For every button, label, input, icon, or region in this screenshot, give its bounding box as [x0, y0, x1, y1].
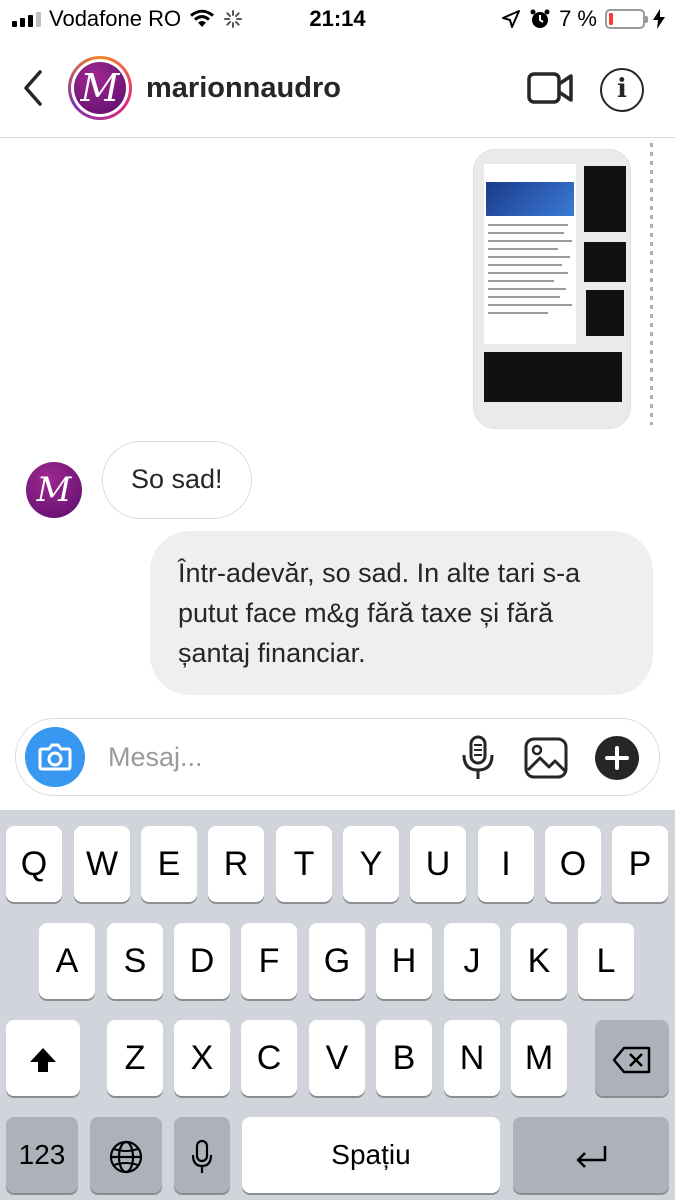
key-k[interactable]: K	[511, 923, 567, 999]
voice-message-button[interactable]	[460, 735, 496, 781]
status-right: 7 %	[501, 6, 665, 32]
shift-key[interactable]	[6, 1020, 80, 1096]
charging-bolt-icon	[653, 9, 665, 29]
globe-key[interactable]	[90, 1117, 162, 1193]
key-y[interactable]: Y	[343, 826, 399, 902]
sender-avatar-letter: M	[26, 462, 82, 518]
image-icon	[524, 737, 568, 779]
key-n[interactable]: N	[444, 1020, 500, 1096]
shared-screenshot-image[interactable]	[473, 149, 631, 429]
screenshot-preview	[484, 164, 576, 344]
received-message[interactable]: So sad!	[102, 441, 252, 519]
more-options-button[interactable]	[595, 736, 639, 780]
alarm-icon	[530, 9, 550, 28]
message-composer	[15, 718, 660, 796]
key-c[interactable]: C	[241, 1020, 297, 1096]
key-a[interactable]: A	[39, 923, 95, 999]
key-p[interactable]: P	[612, 826, 668, 902]
info-button[interactable]: i	[600, 68, 644, 112]
key-s[interactable]: S	[107, 923, 163, 999]
status-bar: Vodafone RO 21:14 7 %	[0, 0, 675, 40]
shift-arrow-icon	[30, 1048, 56, 1073]
microphone-icon	[191, 1139, 213, 1174]
key-d[interactable]: D	[174, 923, 230, 999]
return-arrow-icon	[576, 1146, 607, 1168]
key-m[interactable]: M	[511, 1020, 567, 1096]
key-o[interactable]: O	[545, 826, 601, 902]
location-arrow-icon	[502, 10, 521, 28]
avatar-letter: M	[74, 62, 126, 114]
space-key[interactable]: Spațiu	[242, 1117, 500, 1193]
key-w[interactable]: W	[74, 826, 130, 902]
gallery-button[interactable]	[523, 736, 569, 780]
key-u[interactable]: U	[410, 826, 466, 902]
key-f[interactable]: F	[241, 923, 297, 999]
screenshot-banner	[486, 182, 574, 216]
video-camera-icon	[527, 72, 573, 104]
keyboard: Q W E R T Y U I O P A S D F G H J K L Z …	[0, 810, 675, 1200]
key-l[interactable]: L	[578, 923, 634, 999]
key-b[interactable]: B	[376, 1020, 432, 1096]
key-j[interactable]: J	[444, 923, 500, 999]
battery-icon	[605, 9, 648, 29]
sender-avatar[interactable]: M	[26, 462, 82, 518]
video-call-button[interactable]	[527, 70, 573, 106]
return-key[interactable]	[513, 1117, 669, 1193]
plus-icon	[605, 746, 629, 770]
message-thread[interactable]: M So sad! Într-adevăr, so sad. In alte t…	[0, 139, 675, 699]
backspace-key[interactable]	[595, 1020, 669, 1096]
key-z[interactable]: Z	[107, 1020, 163, 1096]
camera-button[interactable]	[25, 727, 85, 787]
chevron-left-icon	[24, 70, 42, 106]
info-icon: i	[617, 74, 627, 104]
key-r[interactable]: R	[208, 826, 264, 902]
numbers-key[interactable]: 123	[6, 1117, 78, 1193]
key-v[interactable]: V	[309, 1020, 365, 1096]
sent-message[interactable]: Într-adevăr, so sad. In alte tari s-a pu…	[150, 531, 653, 695]
dictation-key[interactable]	[174, 1117, 230, 1193]
key-x[interactable]: X	[174, 1020, 230, 1096]
key-h[interactable]: H	[376, 923, 432, 999]
key-t[interactable]: T	[276, 826, 332, 902]
key-e[interactable]: E	[141, 826, 197, 902]
key-q[interactable]: Q	[6, 826, 62, 902]
back-button[interactable]	[14, 66, 54, 110]
key-i[interactable]: I	[478, 826, 534, 902]
backspace-icon	[612, 1046, 651, 1074]
battery-percent: 7 %	[559, 6, 597, 31]
key-g[interactable]: G	[309, 923, 365, 999]
chat-username[interactable]: marionnaudro	[146, 72, 341, 105]
message-input[interactable]	[108, 737, 438, 777]
scroll-indicator	[650, 143, 653, 425]
conversation-header: M marionnaudro i	[0, 40, 675, 138]
globe-icon	[109, 1140, 143, 1174]
seen-indicator	[600, 691, 656, 699]
profile-avatar[interactable]: M	[68, 56, 132, 120]
microphone-icon	[462, 735, 494, 779]
camera-icon	[38, 743, 72, 771]
